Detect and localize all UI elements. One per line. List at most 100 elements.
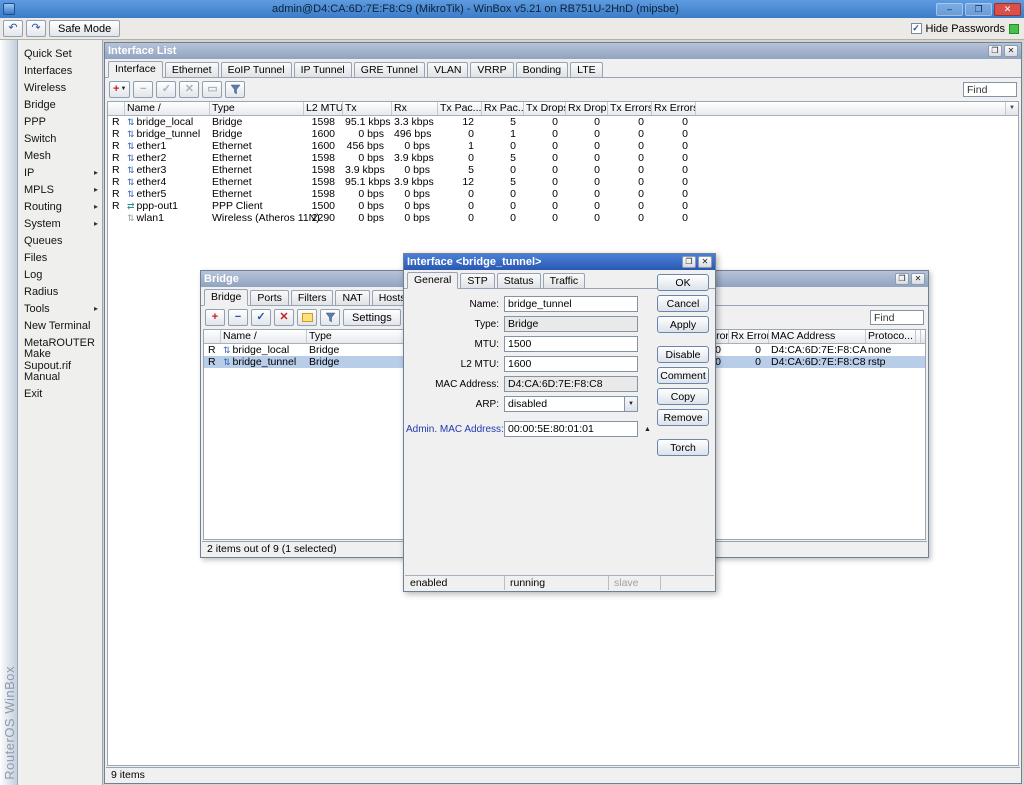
sidebar-item-interfaces[interactable]: Interfaces [18, 62, 102, 79]
bridge-filter-button[interactable] [320, 309, 340, 326]
sidebar-item-quick-set[interactable]: Quick Set [18, 45, 102, 62]
column-header-type[interactable]: Type [307, 330, 407, 343]
interface-row[interactable]: R⇅ether2Ethernet15980 bps3.9 kbps050000 [108, 152, 1018, 164]
interface-row[interactable]: ⇅wlan1Wireless (Atheros 11N)22900 bps0 b… [108, 212, 1018, 224]
dialog-tab-general[interactable]: General [407, 272, 458, 289]
interface-list-close-button[interactable]: ✕ [1004, 45, 1018, 57]
comment-bridge-button[interactable] [297, 309, 317, 326]
dialog-tab-stp[interactable]: STP [460, 273, 494, 288]
column-header-type[interactable]: Type [210, 102, 304, 115]
sidebar-item-mesh[interactable]: Mesh [18, 147, 102, 164]
column-selector-button[interactable]: ▼ [920, 330, 926, 343]
bridge-tab-ports[interactable]: Ports [250, 290, 289, 305]
find-input[interactable] [963, 82, 1017, 97]
dialog-tab-traffic[interactable]: Traffic [543, 273, 586, 288]
column-selector-button[interactable]: ▼ [1005, 102, 1018, 115]
column-header-tx-drops[interactable]: Tx Drops [524, 102, 566, 115]
column-header-flag[interactable] [108, 102, 125, 115]
sidebar-item-ppp[interactable]: PPP [18, 113, 102, 130]
column-header-tx[interactable]: Tx [343, 102, 392, 115]
interface-row[interactable]: R⇅bridge_tunnelBridge16000 bps496 bps010… [108, 128, 1018, 140]
sidebar-item-mpls[interactable]: MPLS▸ [18, 181, 102, 198]
collapse-up-icon[interactable]: ▲ [641, 422, 654, 436]
interface-list-tab-ethernet[interactable]: Ethernet [165, 62, 219, 77]
add-bridge-button[interactable]: + [205, 309, 225, 326]
dialog-maximize-button[interactable]: ❐ [682, 256, 696, 268]
interface-row[interactable]: R⇄ppp-out1PPP Client15000 bps0 bps000000 [108, 200, 1018, 212]
sidebar-item-new-terminal[interactable]: New Terminal [18, 317, 102, 334]
sidebar-item-system[interactable]: System▸ [18, 215, 102, 232]
bridge-find-input[interactable] [870, 310, 924, 325]
bridge-tab-nat[interactable]: NAT [335, 290, 369, 305]
enable-bridge-button[interactable]: ✓ [251, 309, 271, 326]
safe-mode-button[interactable]: Safe Mode [49, 20, 120, 37]
column-header-rx-pac[interactable]: Rx Pac... [482, 102, 524, 115]
interface-row[interactable]: R⇅ether3Ethernet15983.9 kbps0 bps500000 [108, 164, 1018, 176]
disable-bridge-button[interactable]: ✕ [274, 309, 294, 326]
comment-button[interactable]: Comment [657, 367, 709, 384]
interface-list-tab-eoip-tunnel[interactable]: EoIP Tunnel [221, 62, 292, 77]
bridge-tab-filters[interactable]: Filters [291, 290, 334, 305]
redo-button[interactable]: ↷ [26, 20, 46, 37]
dropdown-arrow-icon[interactable]: ▼ [624, 397, 637, 411]
column-header-mac-address[interactable]: MAC Address [769, 330, 866, 343]
interface-row[interactable]: R⇅ether4Ethernet159895.1 kbps3.9 kbps125… [108, 176, 1018, 188]
interface-list-tab-lte[interactable]: LTE [570, 62, 602, 77]
copy-button[interactable]: Copy [657, 388, 709, 405]
column-header-rx-drops[interactable]: Rx Drops [566, 102, 608, 115]
cancel-button[interactable]: Cancel [657, 295, 709, 312]
minimize-button[interactable]: – [936, 3, 963, 16]
sidebar-item-log[interactable]: Log [18, 266, 102, 283]
hide-passwords-checkbox[interactable]: ✓ [911, 23, 922, 34]
column-header-tx-pac[interactable]: Tx Pac... [438, 102, 482, 115]
apply-button[interactable]: Apply [657, 316, 709, 333]
maximize-button[interactable]: ❐ [965, 3, 992, 16]
interface-row[interactable]: R⇅ether1Ethernet1600456 bps0 bps100000 [108, 140, 1018, 152]
column-header-l2-mtu[interactable]: L2 MTU [304, 102, 343, 115]
column-header-flag[interactable] [204, 330, 221, 343]
sidebar-item-switch[interactable]: Switch [18, 130, 102, 147]
column-header-name[interactable]: Name / [125, 102, 210, 115]
sidebar-item-queues[interactable]: Queues [18, 232, 102, 249]
interface-row[interactable]: R⇅ether5Ethernet15980 bps0 bps000000 [108, 188, 1018, 200]
column-header-name[interactable]: Name / [221, 330, 307, 343]
sidebar-item-routing[interactable]: Routing▸ [18, 198, 102, 215]
name-input[interactable] [504, 296, 638, 312]
interface-list-tab-vrrp[interactable]: VRRP [470, 62, 513, 77]
sidebar-item-ip[interactable]: IP▸ [18, 164, 102, 181]
column-header-rx-errors[interactable]: Rx Errors [652, 102, 696, 115]
interface-list-tab-vlan[interactable]: VLAN [427, 62, 468, 77]
sidebar-item-tools[interactable]: Tools▸ [18, 300, 102, 317]
interface-list-maximize-button[interactable]: ❐ [988, 45, 1002, 57]
mtu-input[interactable] [504, 336, 638, 352]
column-header-rx-errors[interactable]: Rx Errors [729, 330, 769, 343]
torch-button[interactable]: Torch [657, 439, 709, 456]
undo-button[interactable]: ↶ [3, 20, 23, 37]
bridge-maximize-button[interactable]: ❐ [895, 273, 909, 285]
disable-button[interactable]: Disable [657, 346, 709, 363]
remove-button[interactable]: Remove [657, 409, 709, 426]
sidebar-item-bridge[interactable]: Bridge [18, 96, 102, 113]
sidebar-item-radius[interactable]: Radius [18, 283, 102, 300]
disable-interface-button[interactable]: ✕ [179, 81, 199, 98]
sidebar-item-exit[interactable]: Exit [18, 385, 102, 402]
dialog-close-button[interactable]: ✕ [698, 256, 712, 268]
admin-mac-address-input[interactable] [504, 421, 638, 437]
close-button[interactable]: ✕ [994, 3, 1021, 16]
enable-interface-button[interactable]: ✓ [156, 81, 176, 98]
add-interface-button[interactable]: + ▼ [109, 81, 130, 98]
dialog-tab-status[interactable]: Status [497, 273, 541, 288]
interface-list-tab-gre-tunnel[interactable]: GRE Tunnel [354, 62, 425, 77]
ok-button[interactable]: OK [657, 274, 709, 291]
column-header-protoco[interactable]: Protoco... [866, 330, 916, 343]
filter-button[interactable] [225, 81, 245, 98]
sidebar-item-files[interactable]: Files [18, 249, 102, 266]
interface-list-tab-interface[interactable]: Interface [108, 61, 163, 78]
remove-interface-button[interactable]: − [133, 81, 153, 98]
comment-interface-button[interactable]: ▭ [202, 81, 222, 98]
column-header-tx-errors[interactable]: Tx Errors [608, 102, 652, 115]
l2-mtu-input[interactable] [504, 356, 638, 372]
interface-row[interactable]: R⇅bridge_localBridge159895.1 kbps3.3 kbp… [108, 116, 1018, 128]
interface-list-tab-bonding[interactable]: Bonding [516, 62, 569, 77]
bridge-tab-bridge[interactable]: Bridge [204, 289, 248, 306]
